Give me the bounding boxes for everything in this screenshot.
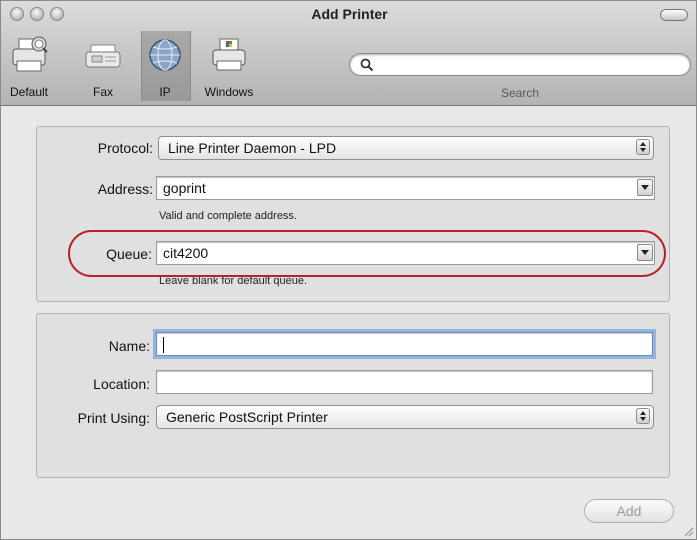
location-field[interactable] — [156, 370, 653, 394]
fax-icon — [83, 35, 123, 75]
window-title: Add Printer — [311, 6, 388, 22]
windows-printer-icon — [209, 35, 249, 75]
search-icon — [360, 58, 374, 72]
add-printer-window: Add Printer Default Fax IP Windows Searc… — [0, 0, 697, 540]
toolbar-windows-button[interactable]: Windows — [194, 35, 264, 101]
location-label: Location: — [93, 376, 150, 392]
name-field[interactable] — [156, 332, 653, 356]
printer-icon — [9, 35, 49, 75]
search-label: Search — [500, 86, 540, 100]
text-cursor — [163, 337, 164, 354]
print-using-popup[interactable]: Generic PostScript Printer — [156, 405, 654, 429]
chevron-down-icon — [641, 185, 649, 190]
toolbar-default-label: Default — [9, 85, 49, 99]
toolbar-ip-button[interactable]: IP — [141, 35, 189, 101]
updown-arrows-icon — [636, 408, 650, 424]
print-using-value: Generic PostScript Printer — [166, 409, 328, 425]
protocol-label: Protocol: — [97, 140, 153, 156]
queue-highlight-circle — [68, 230, 666, 277]
address-field[interactable]: goprint — [156, 176, 655, 200]
toolbar-fax-label: Fax — [92, 85, 113, 99]
resize-grip-icon[interactable] — [682, 525, 694, 537]
address-note: Valid and complete address. — [159, 210, 297, 222]
globe-icon — [145, 35, 185, 75]
add-button[interactable]: Add — [584, 499, 674, 523]
toolbar-ip-label: IP — [159, 85, 171, 99]
search-field[interactable] — [349, 53, 691, 76]
name-label: Name: — [108, 338, 150, 354]
toolbar-windows-label: Windows — [204, 85, 254, 99]
protocol-popup[interactable]: Line Printer Daemon - LPD — [158, 136, 654, 160]
toolbar-toggle-button[interactable] — [660, 9, 688, 21]
toolbar-default-button[interactable]: Default — [3, 35, 55, 101]
address-value: goprint — [163, 180, 206, 196]
toolbar-fax-button[interactable]: Fax — [75, 35, 131, 101]
toolbar: Add Printer Default Fax IP Windows Searc… — [1, 1, 696, 106]
print-using-label: Print Using: — [77, 410, 150, 426]
address-history-dropdown[interactable] — [637, 179, 653, 196]
protocol-value: Line Printer Daemon - LPD — [168, 140, 337, 156]
address-label: Address: — [97, 181, 153, 197]
updown-arrows-icon — [636, 139, 650, 155]
